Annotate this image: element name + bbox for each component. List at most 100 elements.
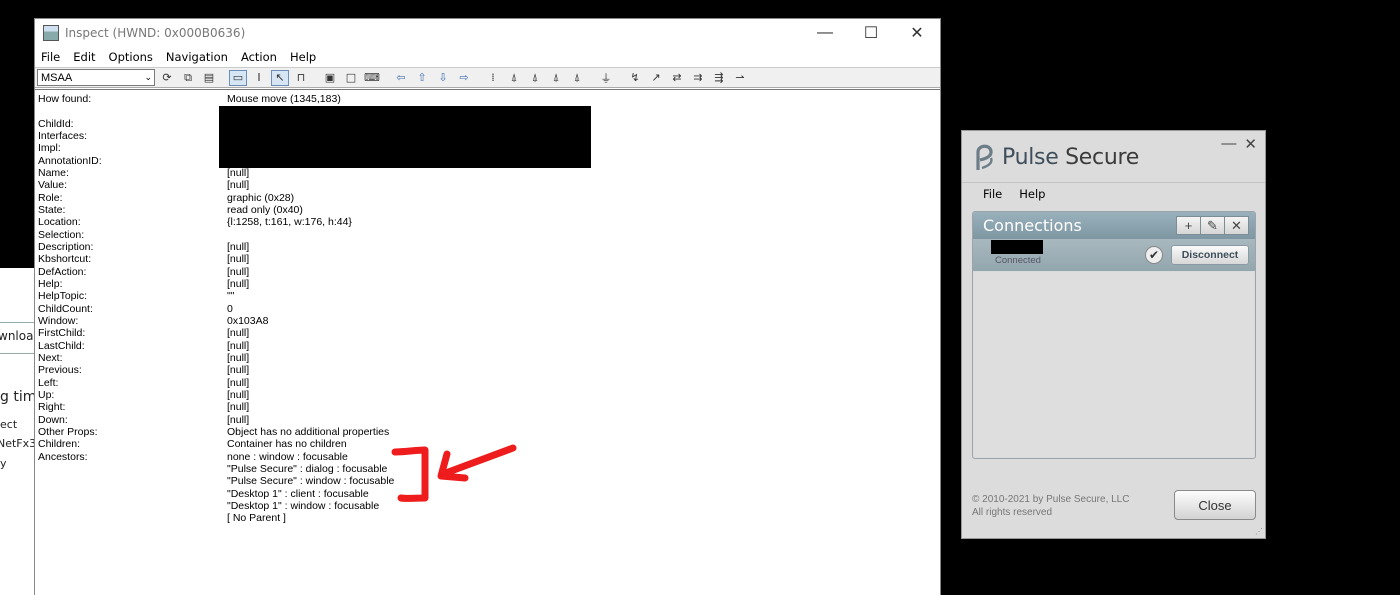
property-value: [null] (227, 240, 250, 253)
pulse-secure-window: Pulse Secure — ✕ File Help Connections +… (961, 130, 1266, 539)
add-connection-button[interactable]: + (1176, 216, 1201, 235)
arrow-right-icon[interactable]: ⇨ (455, 70, 473, 86)
property-value: [null] (227, 166, 250, 179)
property-label: Ancestors: (38, 450, 88, 463)
keyboard-icon[interactable]: ⌨ (363, 70, 381, 86)
toolbar: MSAA ⌄ ⟳ ⧉ ▤ ▭ I ↖ ⊓ ▣ □ ⌨ ⇦ ⇧ ⇩ ⇨ ⁞ ⍋ ⍋… (35, 67, 940, 88)
property-label: Next: (38, 351, 63, 364)
connection-status: Connected (995, 255, 1041, 266)
background-text: NetFx35 (0, 437, 36, 450)
pulse-close-x-button[interactable]: ✕ (1244, 135, 1257, 153)
pulse-header[interactable]: Pulse Secure — ✕ (962, 131, 1265, 181)
property-label: Impl: (38, 142, 61, 155)
property-value: "Desktop 1" : window : focusable (227, 499, 380, 512)
watch-cursor-icon[interactable]: ↖ (271, 69, 289, 86)
property-value: [null] (227, 265, 250, 278)
property-label: Kbshortcut: (38, 253, 92, 266)
tree-last-child-icon[interactable]: ⍋ (568, 70, 586, 86)
action-add-selection-icon[interactable]: ⇄ (668, 70, 686, 86)
property-value: "" (227, 290, 235, 303)
copy-icon[interactable]: ⧉ (179, 70, 197, 86)
arrow-left-icon[interactable]: ⇦ (392, 70, 410, 86)
properties-icon[interactable]: ▤ (200, 70, 218, 86)
property-value: "Pulse Secure" : window : focusable (227, 475, 395, 488)
property-value: Mouse move (1345,183) (227, 93, 341, 105)
close-button[interactable]: ✕ (894, 19, 940, 47)
tree-previous-sibling-icon[interactable]: ⍋ (547, 70, 565, 86)
mode-select[interactable]: MSAA ⌄ (37, 69, 155, 86)
action-extend-selection-icon[interactable]: ⇶ (710, 70, 728, 86)
property-label: Window: (38, 314, 79, 327)
pulse-menu-bar: File Help (962, 182, 1265, 204)
tree-root-icon[interactable]: ⏚ (597, 70, 615, 86)
property-label: How found: (38, 93, 92, 105)
tree-next-sibling-icon[interactable]: ⍋ (526, 70, 544, 86)
connected-check-icon: ✔ (1145, 246, 1163, 264)
background-text: ect (0, 418, 18, 431)
menu-navigation[interactable]: Navigation (166, 50, 228, 64)
chevron-down-icon: ⌄ (144, 72, 152, 82)
edit-connection-button[interactable]: ✎ (1200, 216, 1225, 235)
properties-pane[interactable]: How found: Mouse move (1345,183) ChildId: I… (35, 89, 940, 595)
property-label: HelpTopic: (38, 290, 88, 303)
action-select-icon[interactable]: ↗ (647, 70, 665, 86)
pulse-menu-file[interactable]: File (983, 187, 1002, 201)
property-label: Previous: (38, 364, 82, 377)
refresh-icon[interactable]: ⟳ (158, 70, 176, 86)
close-button[interactable]: Close (1174, 490, 1256, 520)
property-value: [null] (227, 253, 250, 266)
watch-caret-icon[interactable]: I (250, 70, 268, 86)
menu-options[interactable]: Options (109, 50, 153, 64)
menu-action[interactable]: Action (241, 50, 277, 64)
action-remove-selection-icon[interactable]: ⇉ (689, 70, 707, 86)
highlight-rectangle-icon[interactable]: ▣ (321, 70, 339, 86)
connection-row[interactable]: Connected ✔ Disconnect (973, 239, 1255, 271)
property-value: 0 (227, 302, 233, 315)
connections-list-area[interactable] (974, 272, 1254, 457)
disconnect-button[interactable]: Disconnect (1171, 245, 1249, 265)
inspect-window: Inspect (HWND: 0x000B0636) — ☐ ✕ File Ed… (34, 18, 941, 595)
property-label: Help: (38, 277, 63, 290)
property-label: Value: (38, 179, 67, 192)
minimize-button[interactable]: — (802, 19, 848, 47)
property-label: Name: (38, 166, 69, 179)
redaction-block (219, 106, 591, 168)
delete-connection-button[interactable]: ✕ (1224, 216, 1249, 235)
maximize-button[interactable]: ☐ (848, 19, 894, 47)
property-label: FirstChild: (38, 327, 86, 340)
property-label: Description: (38, 240, 94, 253)
property-label: AnnotationID: (38, 154, 102, 167)
menu-file[interactable]: File (41, 50, 60, 64)
tree-first-child-icon[interactable]: ⍋ (505, 70, 523, 86)
property-label: Children: (38, 438, 81, 451)
watch-focus-icon[interactable]: ▭ (229, 69, 247, 86)
pulse-minimize-button[interactable]: — (1221, 135, 1236, 153)
property-label: Location: (38, 216, 81, 229)
menu-edit[interactable]: Edit (73, 50, 95, 64)
property-value: "Desktop 1" : client : focusable (227, 487, 369, 500)
property-value: {l:1258, t:161, w:176, h:44} (227, 216, 352, 229)
property-label: Up: (38, 388, 55, 401)
property-value: [ No Parent ] (227, 512, 286, 525)
property-value: graphic (0x28) (227, 191, 295, 204)
resize-grip-icon[interactable]: ⋰ (1255, 528, 1263, 536)
property-label: ChildCount: (38, 302, 93, 315)
title-bar[interactable]: Inspect (HWND: 0x000B0636) — ☐ ✕ (35, 19, 940, 47)
pulse-menu-help[interactable]: Help (1019, 187, 1045, 201)
property-label: Role: (38, 191, 63, 204)
arrow-up-icon[interactable]: ⇧ (413, 70, 431, 86)
property-label: DefAction: (38, 265, 87, 278)
background-text: g time (0, 389, 36, 405)
property-value: [null] (227, 277, 250, 290)
watch-tooltip-icon[interactable]: ⊓ (292, 70, 310, 86)
arrow-down-icon[interactable]: ⇩ (434, 70, 452, 86)
show-rectangle-icon[interactable]: □ (342, 70, 360, 86)
menu-help[interactable]: Help (290, 50, 316, 64)
action-do-default-icon[interactable]: ↯ (626, 70, 644, 86)
property-value: [null] (227, 327, 250, 340)
brand-pulse-text: Pulse (1002, 145, 1059, 170)
background-text: y (0, 457, 7, 470)
property-value: read only (0x40) (227, 203, 303, 216)
navigate-parent-icon[interactable]: ⁞ (484, 70, 502, 86)
action-focus-icon[interactable]: ⇀ (731, 70, 749, 86)
